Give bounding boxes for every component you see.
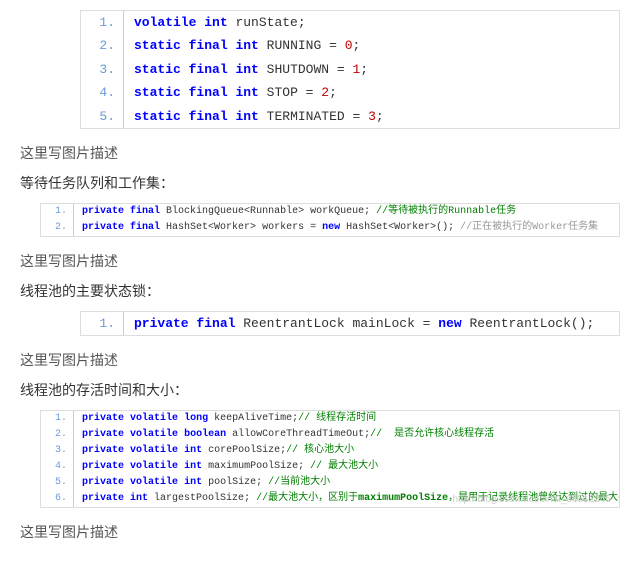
code-line: 5.private volatile int poolSize; //当前池大小 (41, 475, 619, 491)
code-line: 3.private volatile int corePoolSize;// 核… (41, 443, 619, 459)
code-line: 3.static final int SHUTDOWN = 1; (81, 58, 619, 81)
code-line: 2.private volatile boolean allowCoreThre… (41, 427, 619, 443)
line-number: 2. (41, 427, 74, 443)
code-line: 1.private final BlockingQueue<Runnable> … (41, 204, 619, 220)
line-number: 1. (41, 204, 74, 220)
code-block-mainlock: 1.private final ReentrantLock mainLock =… (80, 311, 620, 336)
code-content: static final int SHUTDOWN = 1; (124, 58, 368, 81)
line-number: 3. (81, 58, 124, 81)
code-content: private volatile boolean allowCoreThread… (74, 427, 494, 443)
code-content: static final int RUNNING = 0; (124, 34, 360, 57)
section-heading-workqueue: 等待任务队列和工作集： (20, 173, 620, 193)
watermark: http://blog.csdn.net/sinat_35512245 (453, 494, 611, 505)
section-heading-mainlock: 线程池的主要状态锁： (20, 281, 620, 301)
code-line: 4.static final int STOP = 2; (81, 81, 619, 104)
line-number: 2. (41, 220, 74, 236)
line-number: 1. (81, 11, 124, 34)
code-content: private volatile long keepAliveTime;// 线… (74, 411, 376, 427)
image-caption-3: 这里写图片描述 (20, 350, 620, 370)
section-heading-poolsize: 线程池的存活时间和大小： (20, 380, 620, 400)
line-number: 5. (41, 475, 74, 491)
code-line: 1.volatile int runState; (81, 11, 619, 34)
image-caption-2: 这里写图片描述 (20, 251, 620, 271)
code-content: private final BlockingQueue<Runnable> wo… (74, 204, 516, 220)
code-line: 2.static final int RUNNING = 0; (81, 34, 619, 57)
line-number: 3. (41, 443, 74, 459)
code-content: private final HashSet<Worker> workers = … (74, 220, 598, 236)
code-content: private volatile int maximumPoolSize; //… (74, 459, 378, 475)
line-number: 1. (41, 411, 74, 427)
code-block-workqueue: 1.private final BlockingQueue<Runnable> … (40, 203, 620, 237)
image-caption-1: 这里写图片描述 (20, 143, 620, 163)
image-caption-4: 这里写图片描述 (20, 522, 620, 542)
code-content: private final ReentrantLock mainLock = n… (124, 312, 594, 335)
line-number: 4. (81, 81, 124, 104)
code-block-runstate: 1.volatile int runState;2.static final i… (80, 10, 620, 129)
code-line: 2.private final HashSet<Worker> workers … (41, 220, 619, 236)
code-content: private volatile int poolSize; //当前池大小 (74, 475, 330, 491)
line-number: 6. (41, 491, 74, 507)
code-line: 1.private volatile long keepAliveTime;//… (41, 411, 619, 427)
code-content: volatile int runState; (124, 11, 306, 34)
code-block-poolsize: 1.private volatile long keepAliveTime;//… (40, 410, 620, 508)
code-content: private volatile int corePoolSize;// 核心池… (74, 443, 354, 459)
code-content: static final int STOP = 2; (124, 81, 337, 104)
line-number: 5. (81, 105, 124, 128)
code-line: 1.private final ReentrantLock mainLock =… (81, 312, 619, 335)
code-line: 5.static final int TERMINATED = 3; (81, 105, 619, 128)
code-line: 4.private volatile int maximumPoolSize; … (41, 459, 619, 475)
code-content: static final int TERMINATED = 3; (124, 105, 384, 128)
line-number: 1. (81, 312, 124, 335)
line-number: 2. (81, 34, 124, 57)
line-number: 4. (41, 459, 74, 475)
